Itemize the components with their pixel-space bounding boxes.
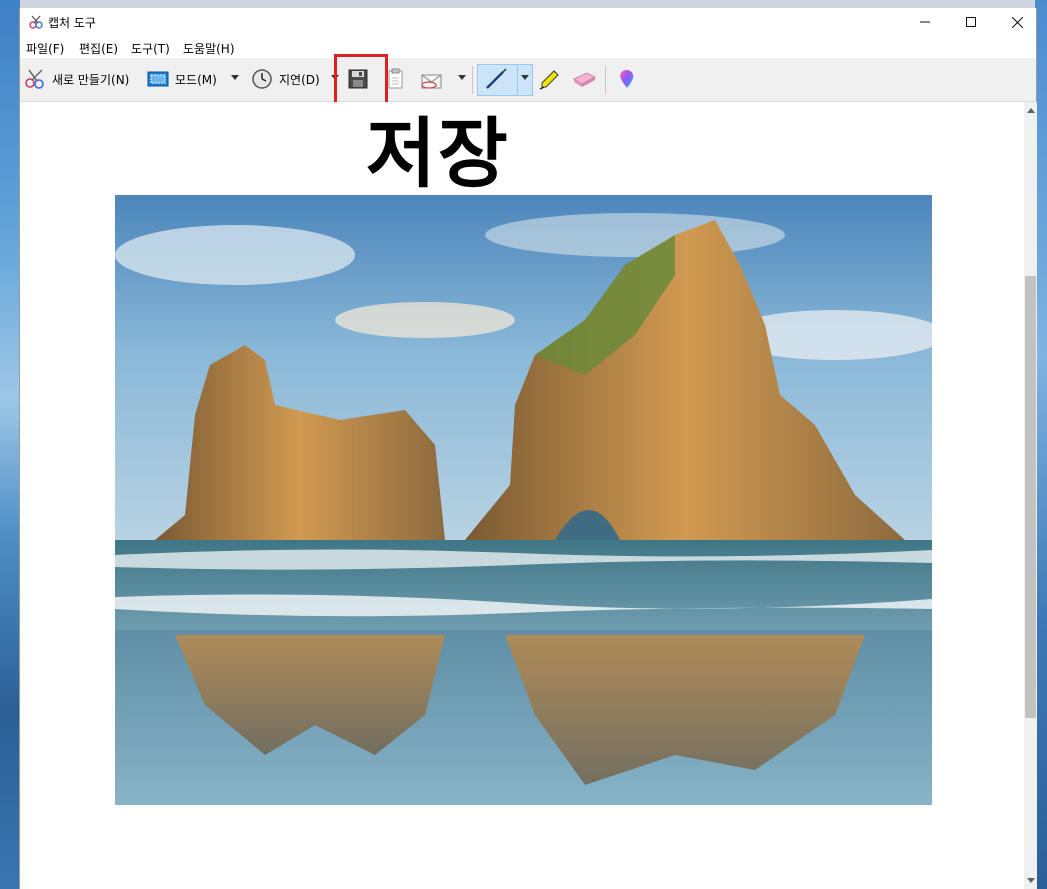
mode-button[interactable]: 모드(M): [147, 66, 217, 92]
pen-button[interactable]: [483, 66, 509, 92]
snipping-tool-window: 캡처 도구 파일(F) 편집(E) 도구(T) 도움말(H) 새로 만들기(N)…: [19, 8, 1037, 889]
scroll-down-arrow[interactable]: [1027, 878, 1035, 883]
desktop-background: [0, 0, 20, 889]
send-dropdown-arrow[interactable]: [458, 75, 466, 80]
delay-label: 지연(D): [279, 72, 320, 87]
window-title: 캡처 도구: [48, 16, 96, 30]
close-button[interactable]: [994, 8, 1040, 36]
menu-tools[interactable]: 도구(T): [131, 40, 170, 57]
scissors-icon: [28, 14, 44, 30]
delay-button[interactable]: 지연(D): [251, 66, 320, 92]
menu-help[interactable]: 도움말(H): [183, 40, 235, 57]
minimize-button[interactable]: [902, 8, 948, 36]
scroll-thumb[interactable]: [1025, 276, 1036, 718]
scissors-icon: [24, 68, 46, 90]
eraser-button[interactable]: [571, 66, 597, 92]
toolbar: 새로 만들기(N) 모드(M) 지연(D): [20, 58, 1036, 102]
captured-landscape-image: [115, 195, 932, 805]
vertical-scrollbar[interactable]: [1024, 102, 1037, 889]
snip-canvas: 저장: [20, 102, 1024, 889]
maximize-button[interactable]: [948, 8, 994, 36]
mode-rect-icon: [147, 70, 169, 88]
eraser-icon: [571, 69, 597, 89]
menu-edit[interactable]: 편집(E): [79, 40, 118, 57]
scroll-up-arrow[interactable]: [1027, 108, 1035, 113]
caption-text: 저장: [366, 109, 510, 198]
new-snip-button[interactable]: 새로 만들기(N): [24, 66, 129, 92]
minimize-icon: [920, 21, 930, 23]
toolbar-separator: [605, 66, 606, 94]
toolbar-separator: [472, 66, 473, 94]
mode-dropdown-arrow[interactable]: [231, 75, 239, 80]
highlighter-icon: [538, 67, 562, 91]
new-snip-label: 새로 만들기(N): [52, 72, 130, 87]
title-bar: 캡처 도구: [20, 8, 1036, 36]
highlighter-button[interactable]: [538, 66, 562, 92]
copy-button[interactable]: [386, 66, 406, 92]
close-icon: [1011, 16, 1023, 28]
pen-icon: [483, 66, 509, 92]
clock-icon: [251, 68, 273, 90]
copy-icon: [386, 68, 406, 90]
pen-dropdown-arrow[interactable]: [521, 75, 529, 80]
paint3d-icon: [617, 68, 637, 90]
send-snip-button[interactable]: [420, 66, 444, 92]
edit-paint3d-button[interactable]: [617, 66, 637, 92]
desktop-taskbar-strip: [0, 0, 1047, 8]
pen-split-divider: [517, 64, 518, 96]
save-highlight-annotation: [334, 54, 388, 107]
mode-label: 모드(M): [175, 72, 217, 87]
envelope-icon: [420, 68, 444, 90]
maximize-icon: [966, 17, 976, 27]
menu-file[interactable]: 파일(F): [26, 40, 64, 57]
menu-bar: 파일(F) 편집(E) 도구(T) 도움말(H): [20, 36, 1036, 58]
